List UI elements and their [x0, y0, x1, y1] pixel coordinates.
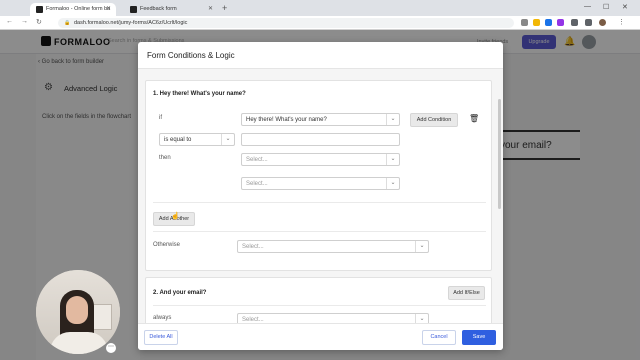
- divider: [153, 305, 486, 306]
- then-target-select[interactable]: Select... ⌄: [241, 177, 400, 190]
- share-icon[interactable]: [521, 19, 528, 26]
- condition-value-input[interactable]: [241, 133, 400, 146]
- kebab-menu-icon[interactable]: ⋮: [618, 18, 625, 26]
- otherwise-select[interactable]: Select... ⌄: [237, 240, 429, 253]
- webcam-person-face: [66, 296, 88, 324]
- url-field[interactable]: 🔒 dash.formaloo.net/jumy-forms/AC6z/Ucrl…: [58, 18, 514, 28]
- add-if-else-button[interactable]: Add If/Else: [448, 286, 485, 300]
- divider: [153, 202, 486, 203]
- browser-address-bar: ← → ↻ 🔒 dash.formaloo.net/jumy-forms/AC6…: [0, 16, 640, 30]
- webcam-bubble[interactable]: [36, 270, 120, 354]
- new-tab-icon[interactable]: +: [222, 3, 227, 13]
- question-title: 2. And your email?: [153, 290, 207, 296]
- browser-tab-formaloo[interactable]: Formaloo - Online form bu ✕: [30, 3, 116, 16]
- chevron-down-icon: ⌄: [386, 154, 399, 165]
- sidepanel-icon[interactable]: [585, 19, 592, 26]
- condition-field-select[interactable]: Hey there! What's your name? ⌄: [241, 113, 400, 126]
- maximize-icon[interactable]: ☐: [603, 3, 609, 11]
- profile-avatar-icon[interactable]: [599, 19, 606, 26]
- bookmark-star-icon[interactable]: [533, 19, 540, 26]
- select-value: Select...: [242, 244, 264, 250]
- operator-select[interactable]: is equal to ⌄: [159, 133, 235, 146]
- if-label: if: [159, 115, 162, 121]
- add-condition-button[interactable]: Add Condition: [410, 113, 458, 127]
- webcam-person-body: [50, 332, 108, 354]
- extension-icon[interactable]: [545, 19, 552, 26]
- webcam-more-icon[interactable]: ⋯: [106, 343, 116, 353]
- close-window-icon[interactable]: ✕: [622, 3, 628, 11]
- chevron-down-icon: ⌄: [386, 114, 399, 125]
- modal-body[interactable]: 1. Hey there! What's your name? if Hey t…: [138, 69, 503, 323]
- divider: [153, 231, 486, 232]
- webcam-window: [92, 304, 112, 330]
- chevron-down-icon: ⌄: [386, 178, 399, 189]
- otherwise-label: Otherwise: [153, 242, 181, 248]
- always-select[interactable]: Select... ⌄: [237, 313, 429, 323]
- forward-arrow-icon[interactable]: →: [21, 18, 28, 25]
- close-tab-icon[interactable]: ✕: [106, 5, 111, 12]
- browser-tab-feedback[interactable]: Feedback form ✕: [124, 3, 218, 16]
- reload-icon[interactable]: ↻: [36, 18, 42, 26]
- chevron-down-icon: ⌄: [415, 241, 428, 252]
- question-title: 1. Hey there! What's your name?: [153, 91, 246, 97]
- form-conditions-modal: Form Conditions & Logic 1. Hey there! Wh…: [138, 42, 503, 350]
- question-logic-card: 1. Hey there! What's your name? if Hey t…: [145, 80, 492, 271]
- question-logic-card: 2. And your email? Add If/Else always Se…: [145, 277, 492, 323]
- back-arrow-icon[interactable]: ←: [6, 18, 13, 25]
- puzzle-icon[interactable]: [571, 19, 578, 26]
- formaloo-favicon-icon: [36, 6, 43, 13]
- url-text: dash.formaloo.net/jumy-forms/AC6z/Ucrlt/…: [74, 20, 188, 26]
- tab-label: Feedback form: [140, 6, 177, 12]
- browser-tab-bar: Formaloo - Online form bu ✕ Feedback for…: [0, 0, 640, 16]
- delete-all-button[interactable]: Delete All: [144, 330, 178, 345]
- screen: Formaloo - Online form bu ✕ Feedback for…: [0, 0, 640, 360]
- tab-label: Formaloo - Online form bu: [46, 6, 111, 12]
- modal-footer: Delete All Cancel Save: [138, 323, 503, 350]
- select-value: Select...: [246, 181, 268, 187]
- then-action-select[interactable]: Select... ⌄: [241, 153, 400, 166]
- then-label: then: [159, 155, 171, 161]
- cancel-button[interactable]: Cancel: [422, 330, 456, 345]
- select-value: Hey there! What's your name?: [246, 117, 327, 123]
- trash-icon[interactable]: 🗑: [469, 114, 479, 123]
- select-value: is equal to: [164, 137, 192, 143]
- modal-title: Form Conditions & Logic: [147, 51, 235, 60]
- modal-scrollbar[interactable]: [498, 99, 501, 209]
- always-label: always: [153, 315, 172, 321]
- select-value: Select...: [246, 157, 268, 163]
- formaloo-favicon-icon: [130, 6, 137, 13]
- minimize-icon[interactable]: —: [584, 3, 591, 10]
- save-button[interactable]: Save: [462, 330, 496, 345]
- mouse-cursor-icon: ☝: [171, 213, 180, 220]
- extension-icon[interactable]: [557, 19, 564, 26]
- close-tab-icon[interactable]: ✕: [208, 5, 213, 12]
- lock-icon: 🔒: [64, 20, 71, 26]
- chevron-down-icon: ⌄: [221, 134, 234, 145]
- chevron-down-icon: ⌄: [415, 314, 428, 323]
